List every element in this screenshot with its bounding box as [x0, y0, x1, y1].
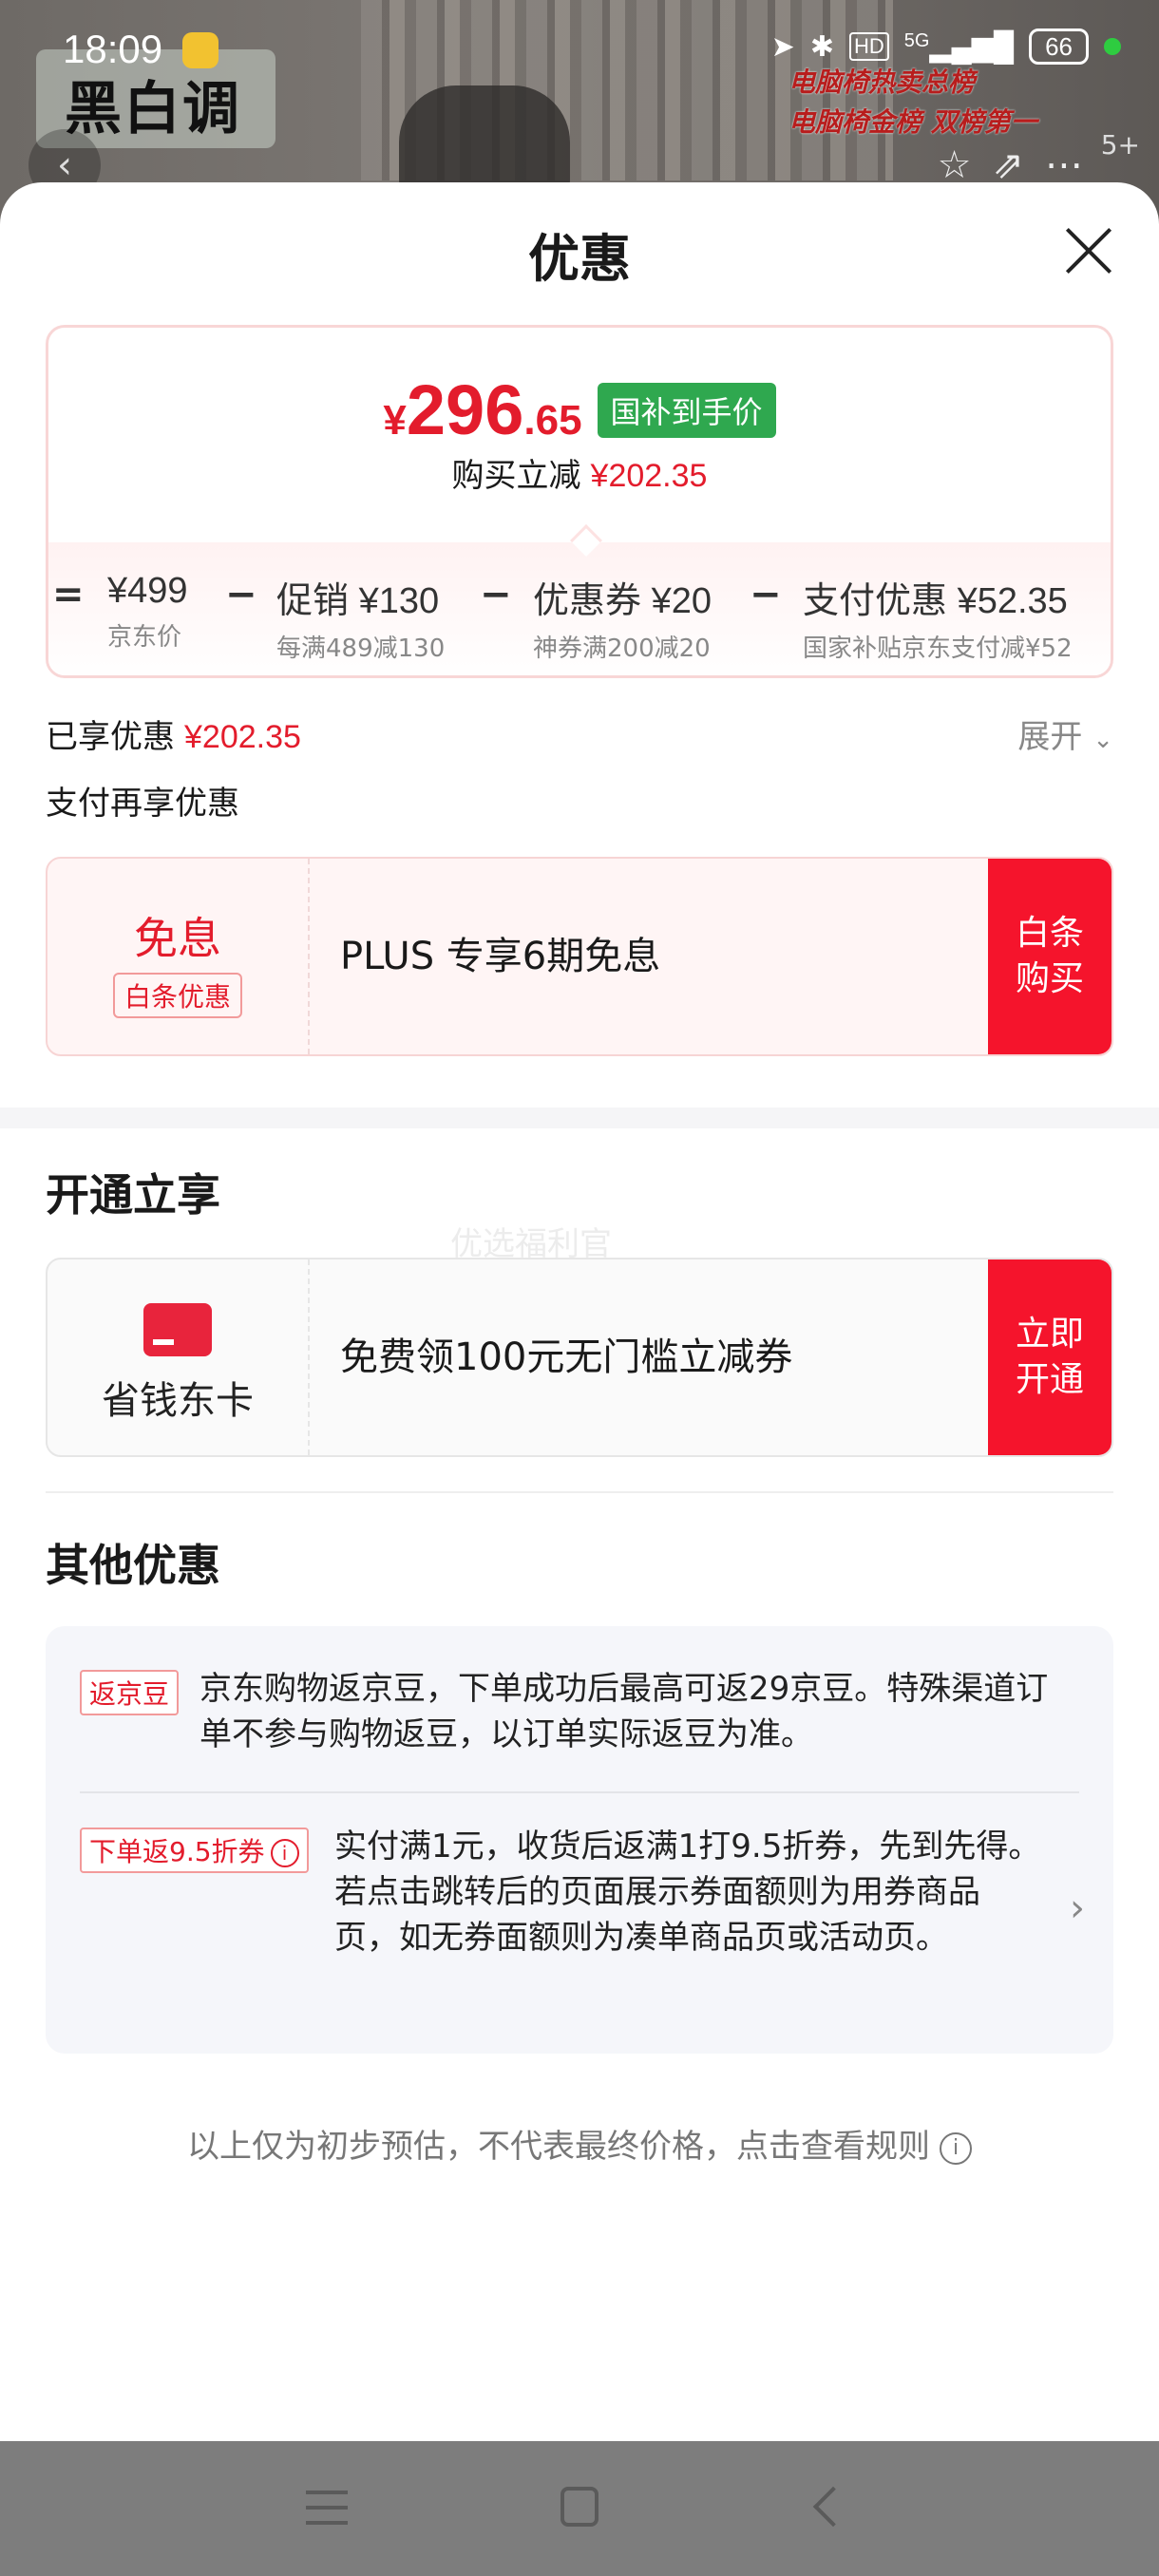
money-saving-card-text: 免费领100元无门槛立减券	[340, 1335, 793, 1379]
sheet-title: 优惠	[528, 229, 631, 289]
price-breakdown: = ¥499 京东价 − 促销 ¥130 每满489减130 − 优惠券 ¥20…	[48, 524, 1111, 675]
activate-now-button[interactable]: 立即 开通	[988, 1260, 1112, 1455]
more-icon[interactable]: ⋯	[1045, 143, 1083, 187]
breakdown-jd-price: ¥499 京东价	[107, 571, 188, 652]
breakdown-op-minus: −	[480, 573, 512, 616]
chevron-right-icon[interactable]: ›	[1070, 1886, 1085, 1930]
offer-separator	[80, 1791, 1079, 1793]
subsidy-price-tag: 国补到手价	[597, 382, 776, 438]
open-section-title: 开通立享	[46, 1169, 220, 1221]
instant-reduction: 购买立减 ¥202.35	[48, 449, 1111, 496]
bluetooth-icon: ✱	[809, 30, 834, 63]
enjoyed-discount-label: 已享优惠	[46, 718, 175, 756]
expand-button[interactable]: 展开 ⌄	[1017, 710, 1113, 757]
discount-coupon-rebate-tag: 下单返9.5折券 i	[80, 1828, 309, 1873]
instant-reduction-label: 购买立减	[451, 457, 581, 495]
price-summary-card: ¥296.65 国补到手价 购买立减 ¥202.35 = ¥499 京东价 − 促…	[46, 325, 1113, 678]
info-icon[interactable]: i	[270, 1839, 299, 1867]
star-icon[interactable]: ☆	[938, 143, 972, 187]
enjoyed-discount: 已享优惠 ¥202.35	[46, 710, 301, 757]
privacy-indicator-icon	[1104, 38, 1121, 55]
breakdown-op-minus: −	[225, 573, 257, 616]
status-bar: 18:09 ➤ ✱ HD 5G▂▄▆█ 66	[0, 0, 1159, 99]
system-navigation-bar	[0, 2441, 1159, 2576]
notification-app-icon	[182, 32, 218, 68]
baitiao-offer-badge: 免息 白条优惠	[48, 859, 310, 1054]
signal-icon: 5G▂▄▆█	[903, 29, 1015, 63]
discount-coupon-rebate-item[interactable]: 下单返9.5折券 i 实付满1元，收货后返满1打9.5折券，先到先得。若点击跳转后…	[80, 1824, 1079, 1960]
red-card-icon	[143, 1303, 212, 1356]
interest-free-title: 免息	[134, 913, 221, 964]
pay-more-heading: 支付再享优惠	[46, 785, 239, 823]
back-icon[interactable]	[812, 2486, 854, 2528]
section-divider	[0, 1108, 1159, 1128]
jingdou-rebate-text: 京东购物返京豆，下单成功后最高可返29京豆。特殊渠道订单不参与购物返豆，以订单实…	[200, 1670, 1049, 1753]
image-count: 5+	[1100, 129, 1140, 161]
share-icon[interactable]: ⇗	[992, 143, 1024, 187]
other-offers-box: 返京豆 京东购物返京豆，下单成功后最高可返29京豆。特殊渠道订单不参与购物返豆，…	[46, 1626, 1113, 2054]
breakdown-op-minus: −	[750, 573, 782, 616]
discount-sheet: 优惠 ¥296.65 国补到手价 购买立减 ¥202.35 = ¥499 京东价 …	[0, 182, 1159, 2441]
info-icon[interactable]: i	[940, 2131, 972, 2165]
instant-reduction-amount: ¥202.35	[590, 458, 708, 494]
money-saving-card-label: 省钱东卡	[102, 1379, 254, 1423]
breakdown-promotion: 促销 ¥130 每满489减130	[276, 579, 446, 663]
other-section-title: 其他优惠	[46, 1540, 220, 1591]
final-price: ¥296.65	[383, 370, 582, 449]
battery-icon: 66	[1029, 28, 1089, 65]
money-saving-card-offer[interactable]: 省钱东卡 免费领100元无门槛立减券 立即 开通	[46, 1258, 1113, 1457]
breakdown-payment-discount: 支付优惠 ¥52.35 国家补贴京东支付减¥52	[803, 579, 1073, 663]
jingdou-rebate-item: 返京豆 京东购物返京豆，下单成功后最高可返29京豆。特殊渠道订单不参与购物返豆，…	[80, 1666, 1079, 1757]
recent-apps-icon[interactable]	[306, 2491, 348, 2525]
status-icons: ➤ ✱ HD 5G▂▄▆█ 66	[771, 28, 1121, 65]
jingdou-rebate-tag: 返京豆	[80, 1670, 180, 1715]
breakdown-coupon: 优惠券 ¥20 神券满200减20	[533, 579, 712, 663]
money-saving-card-badge: 省钱东卡	[48, 1260, 310, 1455]
close-icon[interactable]	[1062, 224, 1115, 277]
enjoyed-discount-amount: ¥202.35	[184, 719, 301, 755]
price-disclaimer[interactable]: 以上仅为初步预估，不代表最终价格，点击查看规则 i	[0, 2120, 1159, 2167]
thin-divider	[46, 1491, 1113, 1493]
baitiao-buy-button[interactable]: 白条 购买	[988, 859, 1112, 1054]
hd-icon: HD	[848, 32, 889, 61]
baitiao-offer-text: PLUS 专享6期免息	[340, 935, 661, 978]
final-price-row: ¥296.65 国补到手价	[48, 369, 1111, 450]
chevron-down-icon: ⌄	[1092, 726, 1113, 754]
status-time: 18:09	[63, 27, 163, 71]
baitiao-interest-free-card[interactable]: 免息 白条优惠 PLUS 专享6期免息 白条 购买	[46, 857, 1113, 1056]
location-icon: ➤	[770, 30, 795, 63]
baitiao-tag: 白条优惠	[112, 973, 242, 1018]
breakdown-op-equals: =	[52, 573, 85, 616]
home-icon[interactable]	[560, 2487, 598, 2527]
